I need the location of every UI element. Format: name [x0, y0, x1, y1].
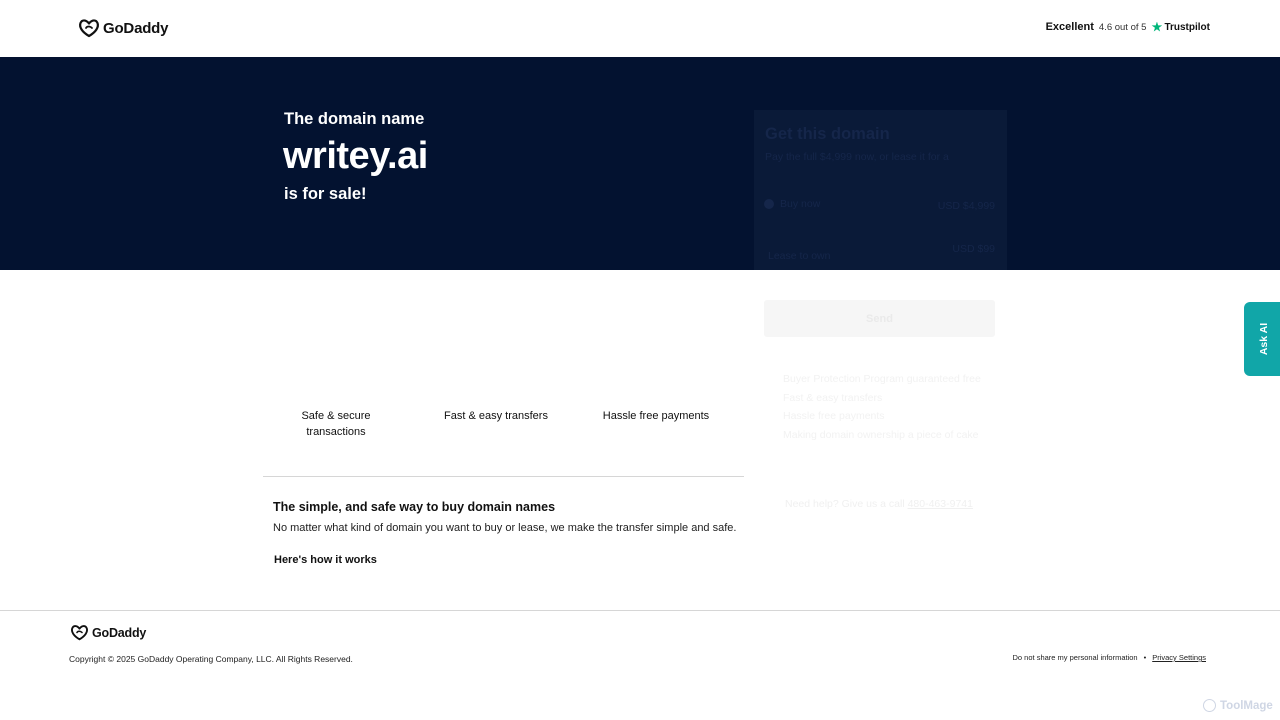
- hero-subtitle: is for sale!: [284, 185, 367, 203]
- rating-label: Excellent: [1045, 21, 1094, 33]
- copyright-text: Copyright © 2025 GoDaddy Operating Compa…: [69, 654, 353, 664]
- send-button[interactable]: Send: [764, 300, 995, 337]
- footer-brand-name: GoDaddy: [92, 625, 147, 640]
- radio-selected-icon[interactable]: [764, 199, 774, 209]
- help-phone-link[interactable]: 480-463-9741: [908, 498, 973, 510]
- footer-divider: [0, 610, 1280, 611]
- perk-item: Buyer Protection Program guaranteed free: [783, 373, 981, 385]
- how-it-works-link[interactable]: Here's how it works: [274, 554, 377, 566]
- brand-name: GoDaddy: [103, 19, 169, 37]
- hero-pretitle: The domain name: [284, 110, 425, 128]
- perk-item: Making domain ownership a piece of cake: [783, 428, 979, 441]
- lease-price: USD $99: [952, 243, 995, 255]
- perk-item: Hassle free payments: [783, 410, 885, 422]
- toolmage-icon: [1203, 699, 1216, 712]
- watermark-text: ToolMage: [1220, 699, 1273, 712]
- trustpilot-rating[interactable]: Excellent 4.6 out of 5 Trustpilot: [1046, 21, 1210, 33]
- info-text: No matter what kind of domain you want t…: [273, 522, 737, 534]
- trustpilot-label: Trustpilot: [1164, 21, 1210, 33]
- perk-item: Fast & easy transfers: [783, 391, 883, 404]
- footer-logo[interactable]: GoDaddy: [70, 624, 146, 641]
- star-icon: [1151, 21, 1163, 32]
- buy-now-label: Buy now: [780, 198, 821, 210]
- feature-secure-transactions: Safe & secure transactions: [301, 410, 371, 438]
- offer-perks-list: Buyer Protection Program guaranteed free…: [783, 370, 981, 444]
- footer-separator: •: [1143, 653, 1147, 662]
- trustpilot-badge: Trustpilot: [1151, 21, 1210, 33]
- offer-card: Get this domain Pay the full $4,999 now,…: [754, 110, 1007, 340]
- domain-name: writey.ai: [283, 135, 428, 177]
- offer-subtitle: Pay the full $4,999 now, or lease it for…: [765, 151, 949, 163]
- buy-now-price: USD $4,999: [937, 200, 995, 212]
- ask-ai-button[interactable]: Ask AI: [1244, 302, 1280, 376]
- section-divider: [263, 476, 744, 477]
- site-header: GoDaddy Excellent 4.6 out of 5 Trustpilo…: [0, 0, 1280, 57]
- help-text: Need help? Give us a call: [785, 498, 905, 510]
- rating-score: 4.6 out of 5: [1098, 21, 1147, 33]
- feature-hassle-free-payments: Hassle free payments: [602, 410, 710, 422]
- godaddy-logo[interactable]: GoDaddy: [78, 18, 168, 38]
- offer-title: Get this domain: [765, 125, 890, 143]
- lease-option[interactable]: Lease to own: [768, 250, 830, 262]
- feature-easy-transfers: Fast & easy transfers: [444, 410, 548, 422]
- toolmage-watermark: ToolMage: [1203, 699, 1273, 712]
- godaddy-icon: [71, 625, 88, 641]
- godaddy-icon: [79, 19, 99, 38]
- privacy-settings-link[interactable]: Privacy Settings: [1152, 653, 1206, 662]
- do-not-share-link[interactable]: Do not share my personal information: [1013, 653, 1138, 662]
- ask-ai-label: Ask AI: [1257, 322, 1270, 356]
- hero-banner: The domain name writey.ai is for sale!: [0, 57, 1280, 270]
- help-line: Need help? Give us a call 480-463-9741: [785, 498, 973, 510]
- footer-links: Do not share my personal information • P…: [1013, 653, 1206, 662]
- info-title: The simple, and safe way to buy domain n…: [273, 500, 556, 514]
